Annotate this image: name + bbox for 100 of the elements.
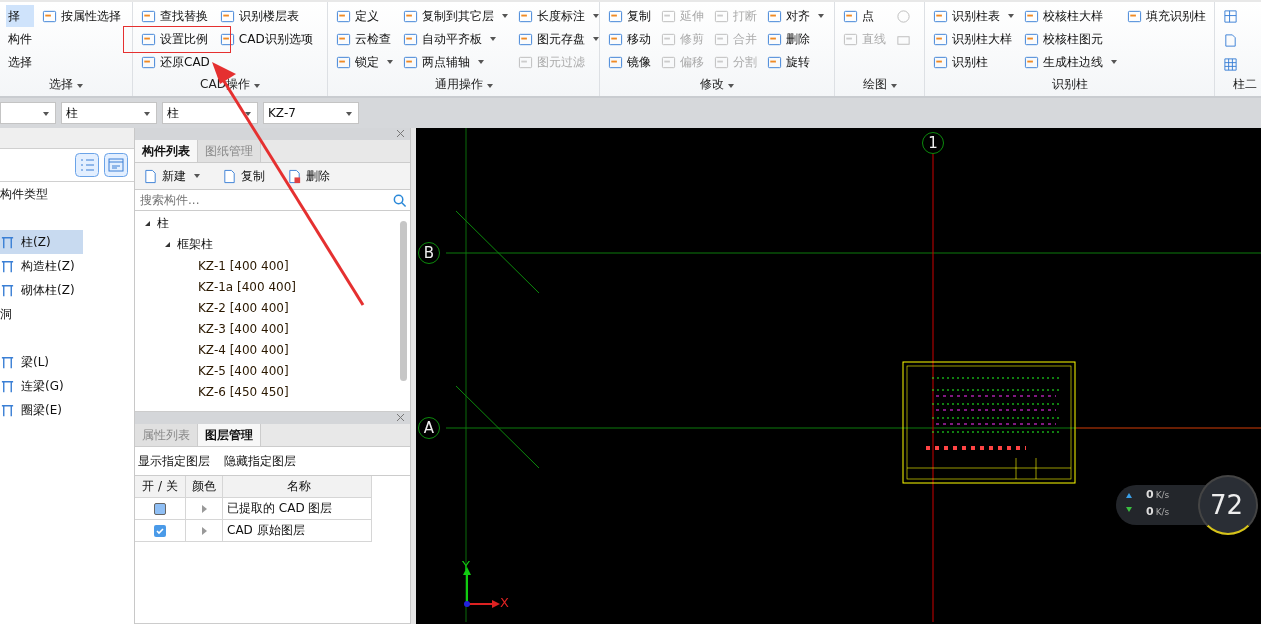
tree-node[interactable]: 柱 [135, 213, 410, 234]
tree-item[interactable]: 洞 [0, 302, 83, 326]
document-icon[interactable] [1223, 33, 1238, 48]
tree-item[interactable]: 构造柱(Z) [0, 254, 83, 278]
close-icon[interactable] [397, 130, 404, 137]
dropdown-field[interactable]: 柱 [162, 102, 258, 124]
tool-icon [141, 31, 156, 47]
group-label: 选择 [0, 76, 132, 96]
ribbon-button[interactable]: 还原CAD [139, 51, 212, 73]
caret-icon [818, 14, 824, 18]
tool-icon [661, 31, 676, 47]
tool-icon [608, 8, 623, 24]
toolbar-button[interactable]: 复制 [216, 166, 271, 186]
caret-icon [478, 60, 484, 64]
column-header: 开 / 关 [135, 476, 186, 497]
tree-item[interactable]: KZ-4 [400 400] [135, 339, 410, 360]
dropdown-field[interactable]: 柱 [61, 102, 157, 124]
checkbox[interactable] [154, 524, 166, 537]
ribbon-button[interactable]: 择 [6, 5, 34, 27]
ribbon-button[interactable]: 两点辅轴 [401, 51, 510, 73]
tree-item[interactable]: KZ-2 [400 400] [135, 297, 410, 318]
ribbon-button[interactable]: 锁定 [334, 51, 395, 73]
ribbon-button[interactable]: 填充识别柱 [1125, 5, 1208, 27]
ribbon-button[interactable]: 选择 [6, 51, 34, 73]
tool-icon [403, 54, 418, 70]
tree-item[interactable]: 圈梁(E) [0, 398, 83, 422]
panel-tab[interactable]: 图层管理 [198, 424, 261, 446]
column-icon [0, 258, 15, 274]
column-icon [0, 354, 15, 370]
column-icon [0, 282, 15, 298]
ribbon-button[interactable]: 复制 [606, 5, 653, 27]
column-icon [0, 378, 15, 394]
caret-icon [593, 37, 599, 41]
ribbon-button[interactable]: 自动平齐板 [401, 28, 510, 50]
dropdown-field[interactable] [0, 102, 56, 124]
tool-icon [336, 54, 351, 70]
scrollbar[interactable] [400, 221, 407, 381]
tree-item[interactable]: 梁(L) [0, 350, 83, 374]
ribbon-button[interactable]: 云检查 [334, 28, 395, 50]
tree-item[interactable]: 砌体柱(Z) [0, 278, 83, 302]
tree-item[interactable]: KZ-6 [450 450] [135, 381, 410, 402]
search-icon [392, 192, 407, 208]
toolbar-button[interactable]: 删除 [281, 166, 336, 186]
toolbar-button[interactable]: 新建 [137, 166, 206, 186]
caret-icon [490, 37, 496, 41]
ribbon-button[interactable]: 对齐 [765, 5, 826, 27]
ribbon-button[interactable]: 旋转 [765, 51, 826, 73]
ribbon-button[interactable]: 识别柱表 [931, 5, 1016, 27]
ribbon-button[interactable]: 校核柱大样 [1022, 5, 1119, 27]
list-view-icon[interactable] [75, 153, 99, 177]
tree-item[interactable]: 连梁(G) [0, 374, 83, 398]
ribbon-button[interactable]: 长度标注 [516, 5, 601, 27]
caret-icon [1111, 60, 1117, 64]
column-header: 名称 [223, 476, 372, 497]
tool-icon [518, 54, 533, 70]
ribbon-button[interactable]: 复制到其它层 [401, 5, 510, 27]
toolbar-button[interactable]: 显示指定图层 [138, 452, 210, 470]
ribbon-button[interactable]: 查找替换 [139, 5, 212, 27]
search-field[interactable]: 搜索构件... [138, 192, 392, 208]
ribbon-button[interactable]: 设置比例 [139, 28, 212, 50]
tree-node[interactable]: 框架柱 [135, 234, 410, 255]
ribbon-button[interactable]: 移动 [606, 28, 653, 50]
tool-icon [42, 8, 57, 24]
tree-item[interactable]: KZ-1 [400 400] [135, 255, 410, 276]
tool-icon [403, 31, 418, 47]
tool-icon [518, 31, 533, 47]
close-icon[interactable] [397, 414, 404, 421]
cad-canvas[interactable]: 1 B A X Y 0 K/s 0 K/s 72 [416, 128, 1261, 624]
axis-label: Y [462, 558, 470, 573]
tool-icon [933, 54, 948, 70]
ribbon-button[interactable]: CAD识别选项 [217, 28, 315, 50]
toolbar-button[interactable]: 隐藏指定图层 [224, 452, 296, 470]
tree-item[interactable]: KZ-1a [400 400] [135, 276, 410, 297]
column-header: 颜色 [186, 476, 223, 497]
ribbon-button[interactable]: 校核柱图元 [1022, 28, 1119, 50]
tree-item[interactable]: KZ-5 [400 400] [135, 360, 410, 381]
speed-unit: K/s [1155, 507, 1170, 517]
ribbon-button[interactable]: 识别楼层表 [217, 5, 315, 27]
ribbon-button[interactable]: 图元存盘 [516, 28, 601, 50]
ribbon-button[interactable]: 构件 [6, 28, 34, 50]
checkbox[interactable] [154, 502, 166, 515]
table-icon[interactable] [1223, 57, 1238, 72]
ribbon-button[interactable]: 识别柱 [931, 51, 1016, 73]
ribbon-button[interactable]: 生成柱边线 [1022, 51, 1119, 73]
ribbon-button[interactable]: 识别柱大样 [931, 28, 1016, 50]
upload-speed: 0 [1146, 488, 1154, 501]
window-view-icon[interactable] [104, 153, 128, 177]
grid-icon[interactable] [1223, 9, 1238, 24]
tree-item[interactable]: 构件类型 [0, 182, 83, 206]
axis-bubble: B [418, 242, 440, 264]
tree-item[interactable]: 柱(Z) [0, 230, 83, 254]
ribbon-button[interactable]: 按属性选择 [40, 5, 123, 27]
dropdown-field[interactable]: KZ-7 [263, 102, 359, 124]
ribbon-button[interactable]: 定义 [334, 5, 395, 27]
ribbon-button[interactable]: 镜像 [606, 51, 653, 73]
gauge-dial: 72 [1198, 475, 1258, 535]
ribbon-button[interactable]: 删除 [765, 28, 826, 50]
panel-tab[interactable]: 构件列表 [135, 140, 198, 162]
tree-item[interactable]: KZ-3 [400 400] [135, 318, 410, 339]
ribbon-button[interactable]: 点 [841, 5, 888, 27]
